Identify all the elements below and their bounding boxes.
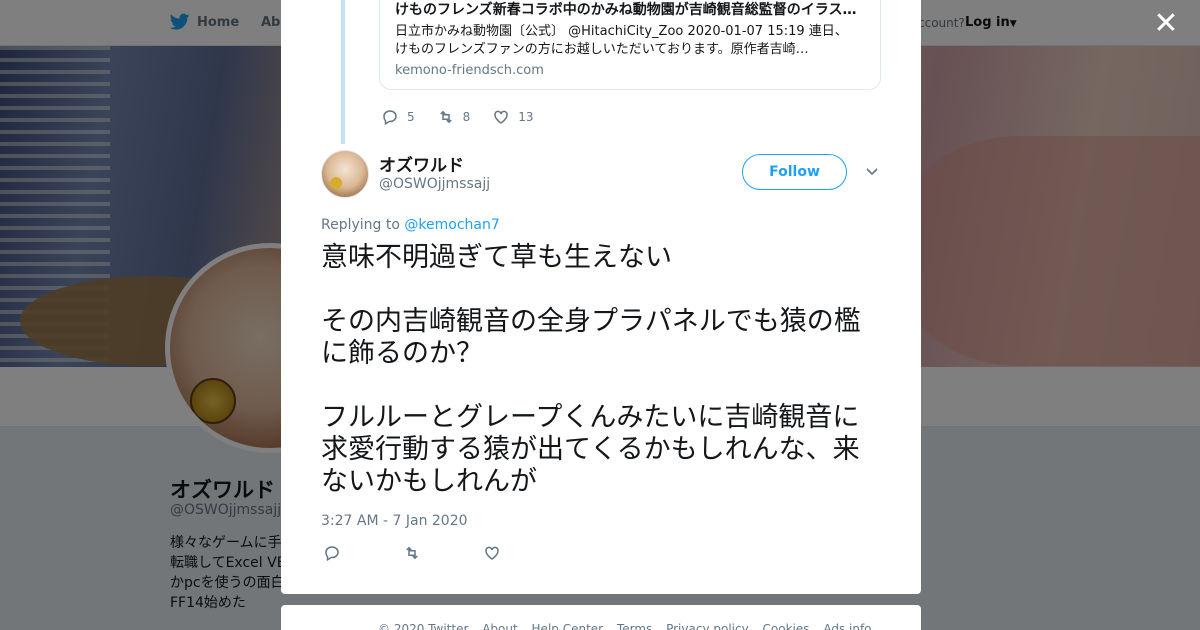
tweet-text: 意味不明過ぎて草も生えない その内吉崎観音の全身プラパネルでも猿の檻 に飾るのか… xyxy=(321,242,891,498)
like-icon xyxy=(494,110,509,124)
retweet-icon xyxy=(439,110,452,124)
card-domain: kemono-friendsch.com xyxy=(395,63,544,78)
reply-action[interactable]: 5 xyxy=(381,108,415,126)
footer-link-cookies[interactable]: Cookies xyxy=(763,622,810,630)
tweet-author-handle[interactable]: @OSWOjjmssajj xyxy=(379,176,490,192)
tweet-line: に飾るのか？ xyxy=(321,338,483,369)
retweet-count: 8 xyxy=(462,110,471,124)
tweet-paragraph: その内吉崎観音の全身プラパネルでも猿の檻 に飾るのか？ xyxy=(321,306,891,370)
card-desc-line: けものフレンズファンの方にお越しいただいております。原作者吉崎… xyxy=(395,42,809,57)
tweet-actions xyxy=(323,544,563,566)
footer-copyright: © 2020 Twitter xyxy=(378,622,469,630)
footer-link-ads[interactable]: Ads info xyxy=(823,622,871,630)
footer-links: © 2020 Twitter About Help Center Terms P… xyxy=(378,622,882,630)
tweet-paragraph: フルルーとグレープくんみたいに吉崎観音に 求愛行動する猿が出てくるかもしれんな、… xyxy=(321,402,891,498)
replying-to: Replying to @kemochan7 xyxy=(321,217,500,233)
footer-link-privacy[interactable]: Privacy policy xyxy=(666,622,749,630)
reply-action[interactable] xyxy=(323,544,403,566)
reply-icon xyxy=(325,546,339,562)
close-icon[interactable]: ✕ xyxy=(1150,8,1182,40)
footer-link-about[interactable]: About xyxy=(482,622,517,630)
tweet-paragraph: 意味不明過ぎて草も生えない xyxy=(321,242,891,274)
tweet-line: 求愛行動する猿が出てくるかもしれんな、来 xyxy=(321,434,860,465)
retweet-action[interactable]: 8 xyxy=(437,108,471,126)
retweet-icon xyxy=(406,546,418,560)
card-description: 日立市かみね動物園〔公式〕 @HitachiCity_Zoo 2020-01-0… xyxy=(395,23,865,59)
retweet-action[interactable] xyxy=(403,544,483,566)
thread-connector xyxy=(341,0,345,144)
like-action[interactable] xyxy=(483,544,563,566)
follow-button[interactable]: Follow xyxy=(742,154,847,190)
replying-prefix: Replying to xyxy=(321,217,400,233)
like-count: 13 xyxy=(518,110,534,124)
like-action[interactable]: 13 xyxy=(492,108,534,126)
chevron-down-icon[interactable] xyxy=(864,163,880,179)
avatar-emblem xyxy=(330,177,342,189)
reply-icon xyxy=(383,110,397,126)
footer: © 2020 Twitter About Help Center Terms P… xyxy=(281,605,921,630)
card-title: けものフレンズ新春コラボ中のかみね動物園が吉崎観音総監督のイラス… xyxy=(395,2,857,18)
tweet-author-avatar[interactable] xyxy=(321,150,369,198)
tweet-line: 意味不明過ぎて草も生えない xyxy=(321,242,672,273)
footer-link-terms[interactable]: Terms xyxy=(617,622,652,630)
tweet-author-name[interactable]: オズワルド xyxy=(379,151,464,176)
previous-tweet-actions: 5 8 13 xyxy=(381,108,556,126)
replying-to-link[interactable]: @kemochan7 xyxy=(404,217,499,233)
footer-link-help[interactable]: Help Center xyxy=(532,622,604,630)
quoted-link-card[interactable]: けものフレンズ新春コラボ中のかみね動物園が吉崎観音総監督のイラス… 日立市かみね… xyxy=(379,0,881,90)
tweet-timestamp[interactable]: 3:27 AM - 7 Jan 2020 xyxy=(321,513,468,529)
tweet-line: ないかもしれんが xyxy=(321,466,537,497)
tweet-modal: けものフレンズ新春コラボ中のかみね動物園が吉崎観音総監督のイラス… 日立市かみね… xyxy=(281,0,921,594)
card-desc-line: 日立市かみね動物園〔公式〕 @HitachiCity_Zoo 2020-01-0… xyxy=(395,24,848,39)
tweet-line: その内吉崎観音の全身プラパネルでも猿の檻 xyxy=(321,306,861,337)
like-icon xyxy=(485,546,499,560)
reply-count: 5 xyxy=(407,110,415,124)
tweet-line: フルルーとグレープくんみたいに吉崎観音に xyxy=(321,402,860,433)
